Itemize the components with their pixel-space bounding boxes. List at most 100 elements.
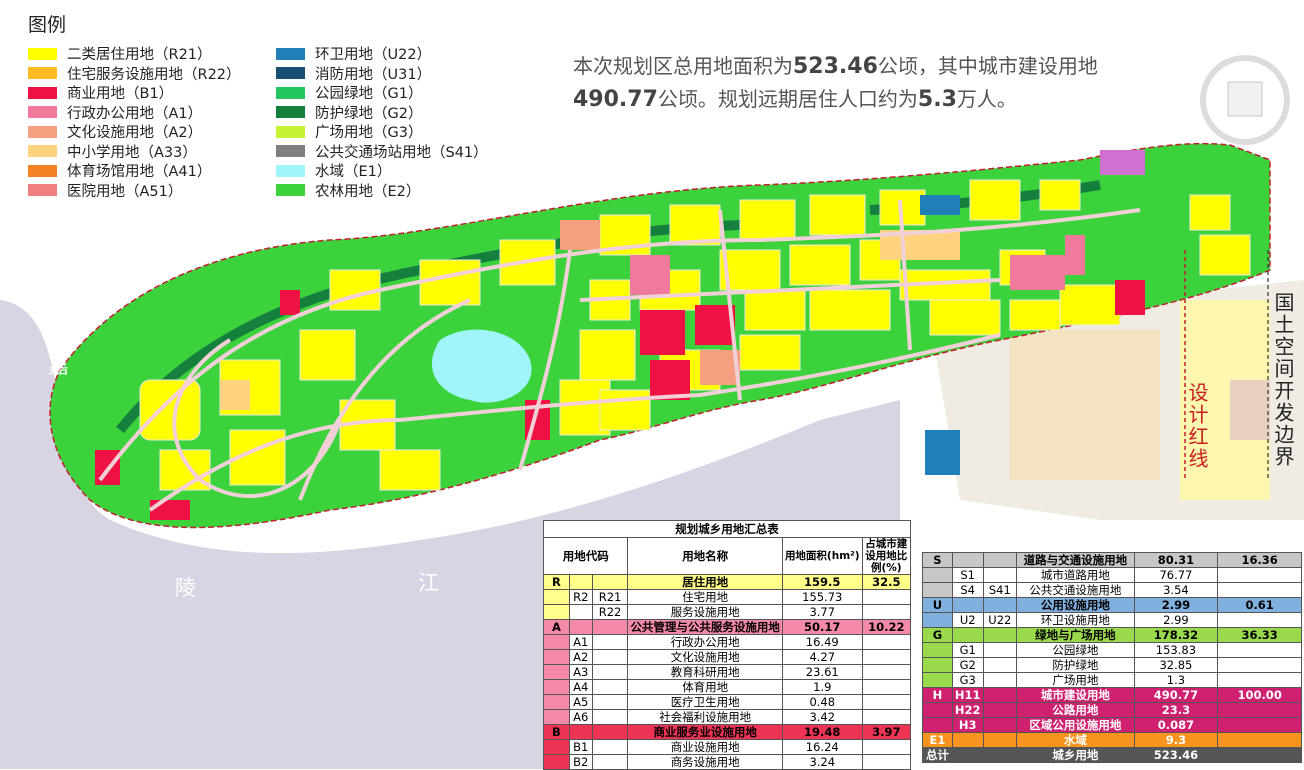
table-cell: A2 — [568, 649, 593, 665]
table-cell: B2 — [568, 754, 593, 770]
table-cell: 行政办公用地 — [627, 634, 783, 650]
legend-swatch — [276, 47, 305, 60]
table-cell: 商务设施用地 — [627, 754, 783, 770]
table-cell — [543, 709, 570, 725]
table-cell — [861, 634, 912, 650]
table-cell: 1.9 — [781, 679, 863, 695]
legend-label: 消防用地（U31） — [315, 66, 432, 83]
table-cell: 153.83 — [1133, 642, 1219, 658]
table-cell: 公路用地 — [1016, 702, 1135, 718]
table-row: A2 文化设施用地 4.27 — [543, 649, 912, 665]
legend-swatch — [28, 125, 57, 138]
table-cell — [922, 657, 953, 673]
legend-swatch — [28, 47, 57, 60]
legend-label: 体育场馆用地（A41） — [67, 164, 212, 180]
table-row: B 商业服务业设施用地 19.48 3.97 — [543, 724, 912, 740]
table-cell: A6 — [568, 709, 593, 725]
summary-text: 本次规划区总用地面积为523.46公顷，其中城市建设用地490.77公顷。规划远… — [573, 54, 1098, 112]
river-label-1: 嘉 — [48, 354, 69, 378]
land-use-summary-table-right: S 道路与交通设施用地 80.31 16.36 S1 城市道路用地 76.77 S4 S41 公共… — [922, 552, 1302, 763]
table-row: 总计 城乡用地 523.46 — [922, 747, 1302, 763]
table-cell: G2 — [951, 657, 984, 673]
table-cell — [543, 739, 570, 755]
table-cell — [1217, 702, 1302, 718]
legend-swatch — [276, 164, 305, 177]
table-row: S 道路与交通设施用地 80.31 16.36 — [922, 552, 1302, 568]
legend-label: 文化设施用地（A2） — [67, 125, 203, 141]
table-cell: 2.99 — [1133, 597, 1219, 613]
table-cell: 服务设施用地 — [627, 604, 783, 620]
table-cell: 23.3 — [1133, 702, 1219, 718]
legend-swatch — [28, 145, 57, 157]
table-cell: 9.3 — [1133, 732, 1219, 748]
right-legend-item: 水域（E1） — [276, 161, 391, 180]
legend-label: 公共交通场站用地（S41） — [315, 144, 488, 161]
table-cell: 商业设施用地 — [627, 739, 783, 755]
table-cell — [982, 567, 1018, 583]
legend-label: 住宅服务设施用地（R22） — [67, 66, 241, 83]
table-cell — [1217, 747, 1302, 763]
table-cell: 100.00 — [1217, 687, 1302, 703]
table-row: G1 公园绿地 153.83 — [922, 642, 1302, 658]
table-cell: 10.22 — [861, 619, 912, 635]
table-cell — [861, 694, 912, 710]
legend-label: 二类居住用地（R21） — [67, 47, 212, 63]
table-cell — [922, 567, 953, 583]
table-cell — [922, 582, 953, 598]
table-cell: 0.087 — [1133, 717, 1219, 733]
table-cell — [543, 664, 570, 680]
table-row: A3 教育科研用地 23.61 — [543, 664, 912, 680]
table-cell: 医疗卫生用地 — [627, 694, 783, 710]
legend-swatch — [276, 125, 305, 138]
legend-swatch — [276, 67, 305, 79]
table-cell: 环卫设施用地 — [1016, 612, 1135, 628]
table-cell — [951, 747, 984, 763]
table-cell: 城市道路用地 — [1016, 567, 1135, 583]
legend-label: 水域（E1） — [315, 164, 392, 180]
table-cell — [861, 664, 912, 680]
left-legend-item: 二类居住用地（R21） — [28, 44, 212, 63]
table-cell — [982, 732, 1018, 748]
table-cell — [543, 679, 570, 695]
table-cell: 80.31 — [1133, 552, 1219, 568]
left-legend-item: 体育场馆用地（A41） — [28, 161, 211, 180]
table-cell — [568, 724, 593, 740]
table-cell — [982, 702, 1018, 718]
table-cell: G — [922, 627, 953, 643]
table-cell — [591, 619, 629, 635]
header-name: 用地名称 — [627, 537, 783, 575]
table-cell — [922, 642, 953, 658]
legend-swatch — [276, 184, 305, 196]
table-cell: A — [543, 619, 570, 635]
table-cell: G1 — [951, 642, 984, 658]
table-cell: 4.27 — [781, 649, 863, 665]
table-cell — [591, 694, 629, 710]
table-cell: 教育科研用地 — [627, 664, 783, 680]
table-cell — [1217, 612, 1302, 628]
table-row: H22 公路用地 23.3 — [922, 702, 1302, 718]
table-cell — [982, 717, 1018, 733]
table-cell: S — [922, 552, 953, 568]
table-cell: 绿地与广场用地 — [1016, 627, 1135, 643]
table-cell: 16.36 — [1217, 552, 1302, 568]
right-legend-item: 公园绿地（G1） — [276, 83, 422, 102]
table-cell — [591, 574, 629, 590]
legend-label: 公园绿地（G1） — [315, 86, 423, 102]
table-cell: R21 — [591, 589, 629, 605]
table-cell: 公共交通设施用地 — [1016, 582, 1135, 598]
legend-label: 农林用地（E2） — [315, 183, 421, 200]
table-cell: 523.46 — [1133, 747, 1219, 763]
legend-label: 行政办公用地（A1） — [67, 105, 203, 122]
table-cell: 490.77 — [1133, 687, 1219, 703]
table-cell: 32.5 — [861, 574, 912, 590]
table-cell — [591, 709, 629, 725]
table-cell: 商业服务业设施用地 — [627, 724, 783, 740]
legend-swatch — [276, 145, 305, 157]
table-cell: 城市建设用地 — [1016, 687, 1135, 703]
legend-swatch — [276, 106, 305, 118]
table-row: H H11 城市建设用地 490.77 100.00 — [922, 687, 1302, 703]
table-row: A 公共管理与公共服务设施用地 50.17 10.22 — [543, 619, 912, 635]
table-row: A6 社会福利设施用地 3.42 — [543, 709, 912, 725]
table-cell — [922, 672, 953, 688]
table-cell: H — [922, 687, 953, 703]
